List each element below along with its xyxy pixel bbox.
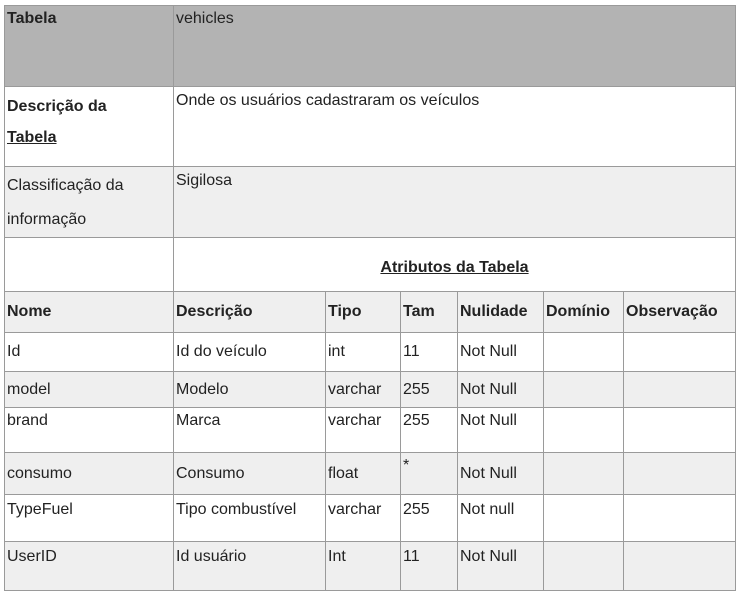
cell-tipo: varchar [325,494,401,542]
column-header: Descrição [173,291,326,333]
table-row: TypeFuel Tipo combustível varchar 255 No… [4,494,736,542]
column-header: Tipo [325,291,401,333]
table-label: Tabela [4,5,174,87]
cell-observacao [623,371,736,408]
classification-label-line2: informação [7,211,87,228]
table-row: UserID Id usuário Int 11 Not Null [4,541,736,591]
cell-dominio [543,541,624,591]
cell-nome: TypeFuel [4,494,174,542]
cell-nome: model [4,371,174,408]
attributes-title-row: Atributos da Tabela [4,237,736,292]
table-name-row: Tabela vehicles [4,5,736,87]
cell-tipo: varchar [325,407,401,453]
attributes-title-spacer [4,237,174,292]
table-row: model Modelo varchar 255 Not Null [4,371,736,408]
cell-dominio [543,332,624,372]
cell-tipo: Int [325,541,401,591]
cell-tam: 255 [400,407,458,453]
table-description-row: Descrição da Tabela Onde os usuários cad… [4,86,736,167]
cell-observacao [623,494,736,542]
cell-tam: 11 [400,541,458,591]
description-label-line2: Tabela [7,129,57,146]
column-header: Domínio [543,291,624,333]
cell-tipo: float [325,452,401,495]
cell-dominio [543,407,624,453]
cell-nulidade: Not Null [457,541,544,591]
classification-label: Classificação da informação [4,166,174,238]
classification-label-line1: Classificação da [7,177,124,194]
cell-observacao [623,452,736,495]
cell-nome: Id [4,332,174,372]
cell-nulidade: Not Null [457,407,544,453]
column-header-row: Nome Descrição Tipo Tam Nulidade Domínio… [4,291,736,333]
table-row: consumo Consumo float * Not Null [4,452,736,495]
cell-nulidade: Not null [457,494,544,542]
column-header: Observação [623,291,736,333]
cell-tam: 11 [400,332,458,372]
description-label-line1: Descrição da [7,98,107,115]
cell-nome: consumo [4,452,174,495]
cell-descricao: Modelo [173,371,326,408]
classification-value: Sigilosa [173,166,736,238]
cell-descricao: Id usuário [173,541,326,591]
attributes-title: Atributos da Tabela [173,237,736,292]
cell-tam: 255 [400,371,458,408]
cell-nome: brand [4,407,174,453]
cell-descricao: Consumo [173,452,326,495]
table-spec: Tabela vehicles Descrição da Tabela Onde… [4,5,736,591]
cell-descricao: Tipo combustível [173,494,326,542]
cell-nulidade: Not Null [457,452,544,495]
column-header: Nome [4,291,174,333]
cell-dominio [543,452,624,495]
cell-tam: * [400,452,458,495]
cell-nulidade: Not Null [457,371,544,408]
cell-dominio [543,371,624,408]
cell-observacao [623,541,736,591]
table-name-value: vehicles [173,5,736,87]
classification-row: Classificação da informação Sigilosa [4,166,736,238]
column-header: Nulidade [457,291,544,333]
cell-tipo: int [325,332,401,372]
table-row: Id Id do veículo int 11 Not Null [4,332,736,372]
cell-descricao: Marca [173,407,326,453]
cell-dominio [543,494,624,542]
cell-descricao: Id do veículo [173,332,326,372]
table-row: brand Marca varchar 255 Not Null [4,407,736,453]
cell-observacao [623,407,736,453]
cell-tam: 255 [400,494,458,542]
cell-nome: UserID [4,541,174,591]
description-value: Onde os usuários cadastraram os veículos [173,86,736,167]
column-header: Tam [400,291,458,333]
cell-tipo: varchar [325,371,401,408]
cell-nulidade: Not Null [457,332,544,372]
cell-observacao [623,332,736,372]
description-label: Descrição da Tabela [4,86,174,167]
